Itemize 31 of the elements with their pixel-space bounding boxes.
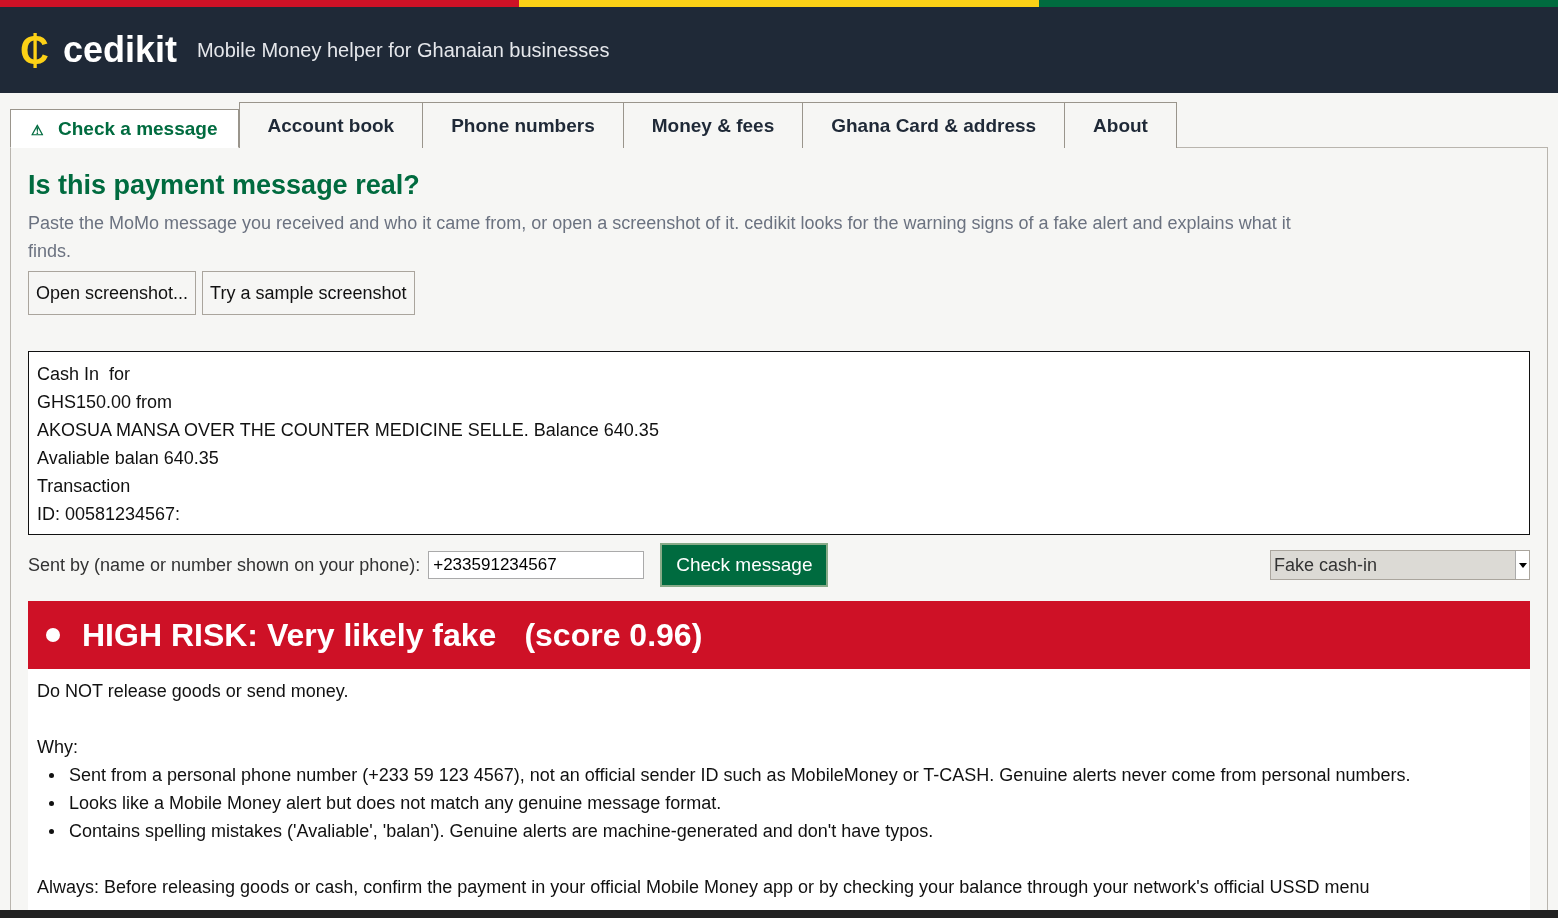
cedi-logo-icon: ₵ [20, 27, 49, 73]
sender-field[interactable]: +233591234567 [428, 551, 645, 579]
app-name: cedikit [62, 29, 177, 71]
risk-score: (score 0.96) [524, 616, 703, 654]
tab[interactable]: ⚠ Check a message [10, 109, 239, 148]
always-text: Always: Before releasing goods or cash, confirm the payment in your official Mobile Money app or by checking your balance through your network's official USSD menu [37, 876, 1371, 899]
bullet-icon [49, 773, 54, 778]
reason-text: Contains spelling mistakes ('Avaliable', 'balan'). Genuine alerts are machine-generated and don't have typos. [69, 820, 934, 843]
check-message-button[interactable]: Check message [660, 543, 829, 587]
tab[interactable]: Account book [238, 102, 424, 148]
intro-text: Paste the MoMo message you received and who it came from, or open a screenshot of it. cedikit looks for the warning signs of a fake alert and explains what it finds. [28, 212, 1292, 263]
app-tagline: Mobile Money helper for Ghanaian businesses [196, 38, 610, 62]
bullet-icon [49, 801, 54, 806]
tab[interactable]: Phone numbers [422, 102, 624, 148]
tab[interactable]: Ghana Card & address [802, 102, 1066, 148]
sample-dropdown[interactable]: Fake cash-in [1270, 550, 1530, 580]
why-label: Why: [37, 736, 79, 759]
advice-text: Do NOT release goods or send money. [37, 680, 350, 703]
screenshot-button[interactable]: Try a sample screenshot [202, 271, 415, 315]
sender-label: Sent by (name or number shown on your phone): [28, 554, 421, 576]
tab[interactable]: About [1064, 102, 1177, 148]
message-textarea[interactable]: Cash In for GHS150.00 from AKOSUA MANSA OVER THE COUNTER MEDICINE SELLE. Balance 640.35 Avaliable balan 640.35 Transaction ID: 00581234567: [28, 351, 1530, 535]
bullet-icon [49, 829, 54, 834]
dropdown-arrow-icon [1518, 562, 1527, 568]
tab[interactable]: Money & fees [622, 102, 804, 148]
reason-text: Sent from a personal phone number (+233 59 123 4567), not an official sender ID such as MobileMoney or T-CASH. Genuine alerts never come from personal numbers. [69, 764, 1411, 787]
reason-text: Looks like a Mobile Money alert but does not match any genuine message format. [69, 792, 722, 815]
page-heading: Is this payment message real? [28, 170, 421, 201]
screenshot-button[interactable]: Open screenshot... [28, 271, 197, 315]
risk-headline: HIGH RISK: Very likely fake [82, 616, 497, 654]
bullet-icon [46, 628, 60, 642]
